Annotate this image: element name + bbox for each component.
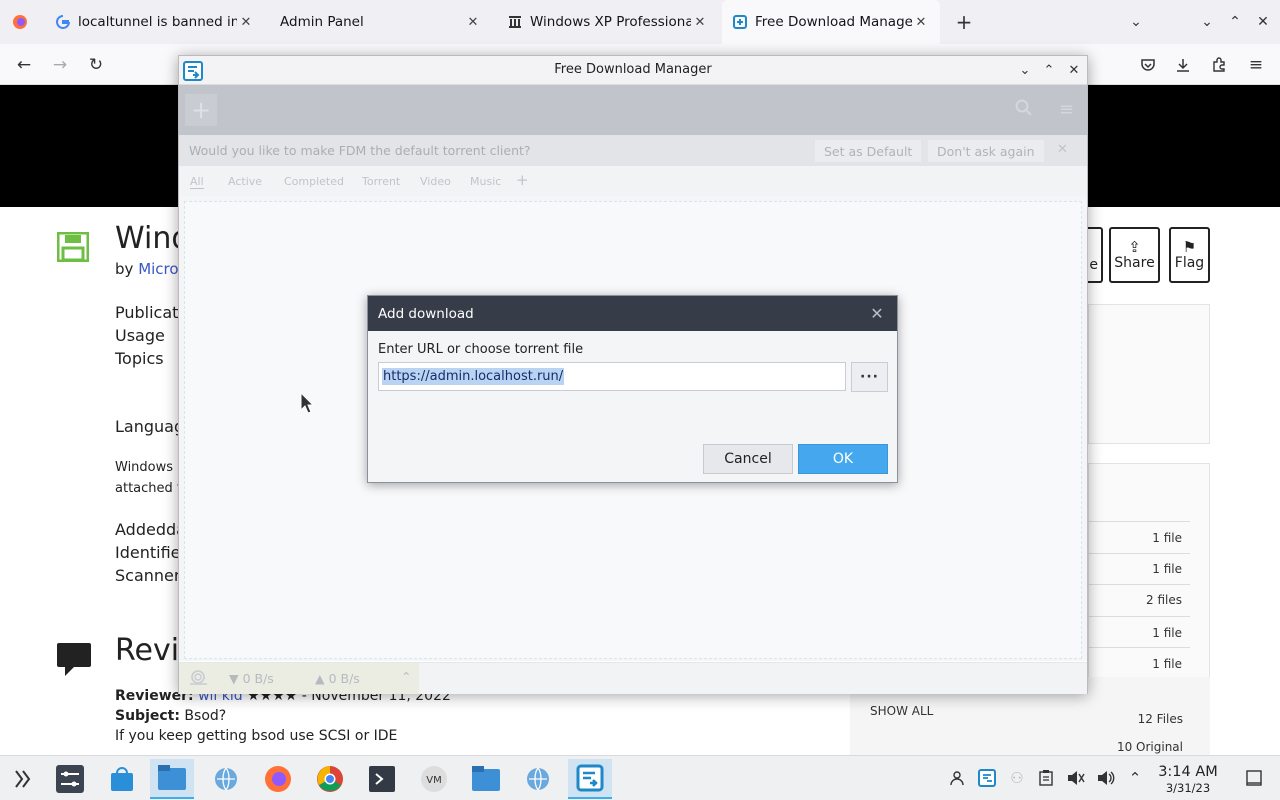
subject-text: Bsod? xyxy=(184,708,227,724)
show-all-link[interactable]: SHOW ALL xyxy=(870,704,933,718)
file-manager-icon[interactable] xyxy=(150,759,194,799)
chrome-icon[interactable] xyxy=(308,759,352,799)
share-button[interactable]: ⇪ Share xyxy=(1109,227,1160,283)
volume-icon[interactable] xyxy=(1095,767,1117,789)
accounts-icon[interactable]: ⚇ xyxy=(1006,767,1028,789)
close-window-icon[interactable]: ✕ xyxy=(1251,10,1275,34)
ok-button[interactable]: OK xyxy=(798,444,888,474)
settings-icon[interactable] xyxy=(48,759,92,799)
original-files: 10 Original xyxy=(1116,740,1183,754)
cancel-button[interactable]: Cancel xyxy=(703,444,793,474)
tab-windows-xp[interactable]: Windows XP Professional x ✕ xyxy=(497,0,719,44)
url-input-value: https://admin.localhost.run/ xyxy=(382,368,565,385)
close-icon[interactable]: ✕ xyxy=(464,15,482,30)
google-icon xyxy=(55,14,71,30)
store-icon[interactable] xyxy=(100,759,144,799)
clipboard-icon[interactable] xyxy=(1035,767,1057,789)
minimize-icon[interactable]: ⌄ xyxy=(1195,10,1219,34)
firefox-icon[interactable] xyxy=(256,759,300,799)
subject-label: Subject: xyxy=(115,708,180,724)
user-icon[interactable] xyxy=(946,767,968,789)
mouse-cursor-icon xyxy=(300,391,315,418)
clock-date[interactable]: 3/31/23 xyxy=(1152,781,1224,795)
speech-bubble-icon xyxy=(57,643,91,681)
close-icon[interactable]: ✕ xyxy=(1064,60,1084,80)
app-launcher-icon[interactable] xyxy=(0,759,44,799)
tab-admin-panel[interactable]: Admin Panel ✕ xyxy=(270,0,492,44)
reload-icon[interactable]: ↻ xyxy=(83,52,109,78)
network-icon[interactable] xyxy=(204,759,248,799)
pocket-icon[interactable] xyxy=(1135,52,1161,78)
total-files: 12 Files xyxy=(1137,712,1183,726)
tab-label: Windows XP Professional x xyxy=(530,14,691,30)
chevron-up-icon[interactable]: ⌃ xyxy=(1124,767,1146,789)
divider xyxy=(1088,584,1190,585)
dialog-title: Add download xyxy=(378,306,474,322)
back-icon[interactable]: ← xyxy=(11,52,37,78)
description-line-2: attached t xyxy=(115,481,182,496)
field-topics: Topics xyxy=(115,349,164,368)
field-identifier: Identifier xyxy=(115,543,188,562)
tab-label: Admin Panel xyxy=(280,14,364,30)
tab-localtunnel[interactable]: localtunnel is banned in cv ✕ xyxy=(45,0,265,44)
fdm-tray-icon[interactable] xyxy=(976,767,998,789)
flag-icon: ⚑ xyxy=(1182,238,1197,256)
folder-icon[interactable] xyxy=(464,759,508,799)
svg-text:VM: VM xyxy=(426,775,441,786)
archive-org-icon xyxy=(507,14,523,30)
maximize-icon[interactable]: ⌃ xyxy=(1039,60,1059,80)
divider xyxy=(1088,553,1190,554)
url-input[interactable]: https://admin.localhost.run/ xyxy=(378,362,846,391)
add-download-dialog: Add download ✕ Enter URL or choose torre… xyxy=(367,295,898,483)
share-icon: ⇪ xyxy=(1128,238,1141,256)
terminal-icon[interactable] xyxy=(360,759,404,799)
floppy-disk-icon xyxy=(56,231,90,266)
downloads-icon[interactable] xyxy=(1170,52,1196,78)
browse-button[interactable]: ··· xyxy=(851,362,888,392)
firefox-view-icon[interactable] xyxy=(8,10,32,34)
close-icon[interactable]: ✕ xyxy=(912,15,930,30)
tab-label: localtunnel is banned in cv xyxy=(78,14,237,30)
flag-button[interactable]: ⚑ Flag xyxy=(1169,227,1210,283)
description-line-1: Windows xyxy=(115,460,174,475)
forward-icon[interactable]: → xyxy=(47,52,73,78)
fdm-taskbar-icon[interactable] xyxy=(568,759,612,799)
divider xyxy=(1088,647,1190,648)
fdm-title-bar: Free Download Manager ⌄ ⌃ ✕ xyxy=(179,56,1087,85)
virt-manager-icon[interactable]: VM xyxy=(412,759,456,799)
new-tab-button[interactable]: + xyxy=(952,10,976,34)
list-tabs-icon[interactable]: ⌄ xyxy=(1124,10,1148,34)
dialog-header: Add download ✕ xyxy=(368,296,897,331)
volume-muted-icon[interactable] xyxy=(1065,767,1087,789)
show-desktop-icon[interactable] xyxy=(1243,767,1265,789)
extensions-icon[interactable] xyxy=(1206,52,1232,78)
fdm-window-title: Free Download Manager xyxy=(554,62,712,77)
tab-free-download-manager[interactable]: Free Download Manager fo ✕ xyxy=(722,0,940,44)
divider xyxy=(1088,616,1190,617)
close-icon[interactable]: ✕ xyxy=(867,303,887,323)
review-body: If you keep getting bsod use SCSI or IDE xyxy=(115,728,398,744)
menu-icon[interactable]: ≡ xyxy=(1243,52,1269,78)
author-line: by Micros xyxy=(115,260,186,278)
clock-time[interactable]: 3:14 AM xyxy=(1152,764,1224,780)
taskbar: VM ⚇ ⌃ 3:14 AM 3/31/23 xyxy=(0,755,1280,800)
globe-icon[interactable] xyxy=(516,759,560,799)
minimize-icon[interactable]: ⌄ xyxy=(1015,60,1035,80)
field-usage: Usage xyxy=(115,326,165,345)
info-panel xyxy=(1088,304,1210,444)
review-subject: Subject: Bsod? xyxy=(115,708,226,724)
by-label: by xyxy=(115,260,134,278)
field-addeddate: Addedda xyxy=(115,520,186,539)
url-label: Enter URL or choose torrent file xyxy=(378,342,584,357)
field-language: Languag xyxy=(115,417,185,436)
fdm-icon xyxy=(732,14,748,30)
maximize-icon[interactable]: ⌃ xyxy=(1223,10,1247,34)
close-icon[interactable]: ✕ xyxy=(237,15,255,30)
divider xyxy=(1088,521,1190,522)
browser-tab-bar: localtunnel is banned in cv ✕ Admin Pane… xyxy=(0,0,1280,44)
field-scanner: Scanner xyxy=(115,566,181,585)
close-icon[interactable]: ✕ xyxy=(691,15,709,30)
tab-label: Free Download Manager fo xyxy=(755,14,912,30)
field-publication: Publicati xyxy=(115,303,183,322)
